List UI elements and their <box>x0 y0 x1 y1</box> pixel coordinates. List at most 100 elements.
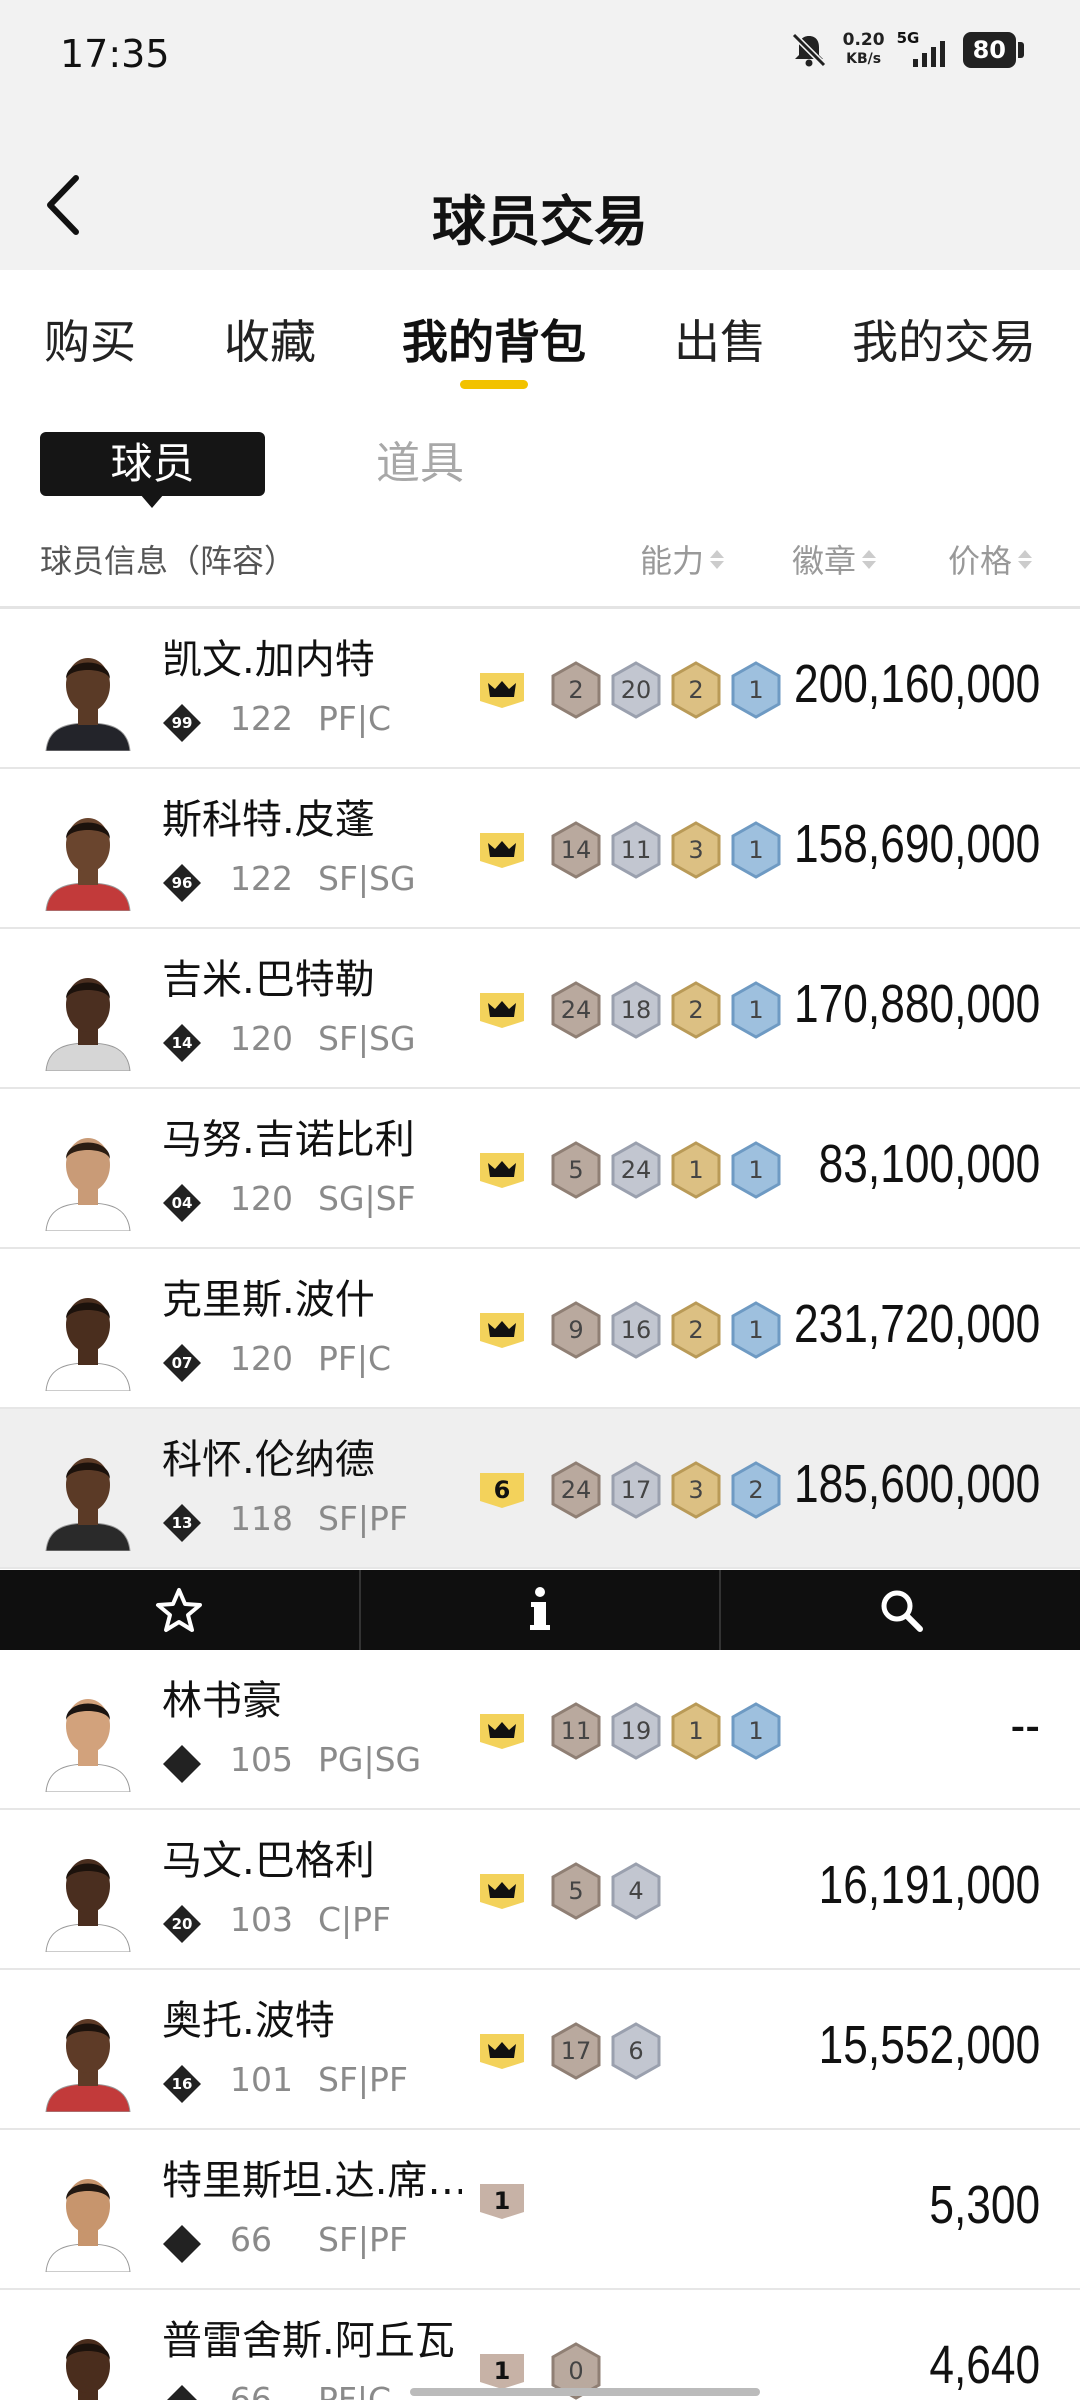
sort-icon <box>862 549 877 569</box>
badge-count: 2 <box>568 676 584 704</box>
player-row[interactable]: 林书豪 105 PG|SG 11 19 1 1 -- <box>0 1650 1080 1810</box>
segment-player[interactable]: 球员 <box>40 432 265 496</box>
badge-hexagon: 1 <box>670 1141 722 1199</box>
badge-hexagon: 20 <box>610 661 662 719</box>
crown-badge-value: 1 <box>493 2187 511 2215</box>
badge-group: 24 18 2 1 <box>476 981 782 1039</box>
player-row[interactable]: 马文.巴格利 20 103 C|PF 5 4 16,191,000 <box>0 1810 1080 1970</box>
badge-count: 1 <box>748 836 764 864</box>
tab-my-bag[interactable]: 我的背包 <box>402 306 586 372</box>
player-price: 200,160,000 <box>793 654 1040 714</box>
player-name: 克里斯.波什 <box>162 1277 375 1323</box>
column-price[interactable]: 价格 <box>948 536 1033 582</box>
player-name: 林书豪 <box>162 1678 282 1724</box>
tab-favorites[interactable]: 收藏 <box>224 306 316 372</box>
player-row[interactable]: 吉米.巴特勒 14 120 SF|SG 24 18 2 1 170,880,000 <box>0 929 1080 1089</box>
column-badges[interactable]: 徽章 <box>792 536 877 582</box>
player-name: 斯科特.皮蓬 <box>162 797 375 843</box>
column-ability[interactable]: 能力 <box>640 536 725 582</box>
badge-count: 4 <box>628 1877 644 1905</box>
badge-count: 17 <box>560 2037 592 2065</box>
favorite-button[interactable] <box>0 1570 361 1650</box>
badge-count: 14 <box>560 836 592 864</box>
segment-item[interactable]: 道具 <box>376 432 464 496</box>
player-row[interactable]: 特里斯坦.达.席… 66 SF|PF 1 5,300 <box>0 2130 1080 2290</box>
player-row[interactable]: 克里斯.波什 07 120 PF|C 9 16 2 1 231,720,000 <box>0 1249 1080 1409</box>
badge-count: 1 <box>748 1156 764 1184</box>
jersey-number: 16 <box>171 2075 193 2093</box>
badge-hexagon: 14 <box>550 821 602 879</box>
badge-group: 5 24 1 1 <box>476 1141 782 1199</box>
jersey-number-icon <box>162 1744 202 1784</box>
crown-badge-value <box>476 2032 528 2070</box>
player-row[interactable]: 普雷舍斯.阿丘瓦 66 PF|C 1 0 4,640 <box>0 2290 1080 2400</box>
player-overall: 122 <box>230 699 293 738</box>
player-overall: 105 <box>230 1740 293 1779</box>
jersey-number <box>162 1744 202 1784</box>
player-row[interactable]: 科怀.伦纳德 13 118 SF|PF 6 24 17 3 2 185,600,000 <box>0 1409 1080 1569</box>
jersey-number-icon: 96 <box>162 863 202 903</box>
badge-hexagon: 1 <box>730 661 782 719</box>
jersey-number-icon <box>162 2224 202 2264</box>
crown-badge <box>476 831 528 869</box>
crown-badge-value <box>476 1872 528 1910</box>
badge-hexagon: 3 <box>670 1461 722 1519</box>
badge-hexagon: 19 <box>610 1702 662 1760</box>
badge-count: 1 <box>748 1717 764 1745</box>
badge-hexagon: 6 <box>610 2022 662 2080</box>
jersey-number-icon: 20 <box>162 1904 202 1944</box>
jersey-number: 13 <box>171 1514 193 1532</box>
mute-bell-icon <box>791 32 826 68</box>
crown-badge-value <box>476 1311 528 1349</box>
tab-buy[interactable]: 购买 <box>44 306 136 372</box>
crown-badge-value: 1 <box>493 2357 511 2385</box>
search-button[interactable] <box>721 1570 1080 1650</box>
badge-group: 1 <box>476 2182 542 2220</box>
crown-badge: 1 <box>476 2182 528 2220</box>
player-position: SF|SG <box>318 859 416 898</box>
status-time: 17:35 <box>60 32 170 76</box>
player-price: 231,720,000 <box>793 1294 1040 1354</box>
badge-hexagon: 11 <box>550 1702 602 1760</box>
badge-count: 11 <box>620 836 652 864</box>
signal-icon: 5G <box>897 29 949 67</box>
crown-badge: 6 <box>476 1471 528 1509</box>
player-position: SF|PF <box>318 2060 408 2099</box>
tab-sell[interactable]: 出售 <box>674 306 766 372</box>
crown-badge-value <box>476 671 528 709</box>
player-row[interactable]: 马努.吉诺比利 04 120 SG|SF 5 24 1 1 83,100,000 <box>0 1089 1080 1249</box>
player-avatar <box>40 2000 136 2112</box>
player-price: 185,600,000 <box>793 1454 1040 1514</box>
badge-hexagon: 5 <box>550 1862 602 1920</box>
player-price: 16,191,000 <box>818 1855 1040 1915</box>
column-player-info: 球员信息（阵容） <box>40 542 297 580</box>
player-position: PF|C <box>318 1339 392 1378</box>
badge-count: 18 <box>620 996 652 1024</box>
info-button[interactable] <box>361 1570 722 1650</box>
badge-count: 5 <box>568 1156 584 1184</box>
jersey-number <box>162 2224 202 2264</box>
player-row[interactable]: 凯文.加内特 99 122 PF|C 2 20 2 1 200,160,000 <box>0 609 1080 769</box>
badge-count: 24 <box>560 996 592 1024</box>
player-row[interactable]: 奥托.波特 16 101 SF|PF 17 6 15,552,000 <box>0 1970 1080 2130</box>
badge-hexagon: 24 <box>550 1461 602 1519</box>
crown-badge <box>476 2032 528 2070</box>
player-position: SF|PF <box>318 1499 408 1538</box>
badge-hexagon: 2 <box>550 661 602 719</box>
player-name: 凯文.加内特 <box>162 637 375 683</box>
badge-count: 1 <box>748 1316 764 1344</box>
tab-my-trades[interactable]: 我的交易 <box>852 306 1036 372</box>
jersey-number: 04 <box>171 1194 193 1212</box>
badge-count: 2 <box>748 1476 764 1504</box>
player-name: 吉米.巴特勒 <box>162 957 375 1003</box>
badge-hexagon: 1 <box>730 1141 782 1199</box>
jersey-number-icon: 16 <box>162 2064 202 2104</box>
badge-hexagon: 5 <box>550 1141 602 1199</box>
badge-hexagon: 24 <box>610 1141 662 1199</box>
player-price: 15,552,000 <box>818 2015 1040 2075</box>
badge-count: 6 <box>628 2037 644 2065</box>
player-name: 马文.巴格利 <box>162 1838 375 1884</box>
player-avatar <box>40 1840 136 1952</box>
player-row[interactable]: 斯科特.皮蓬 96 122 SF|SG 14 11 3 1 158,690,000 <box>0 769 1080 929</box>
badge-group: 54 <box>476 1862 662 1920</box>
